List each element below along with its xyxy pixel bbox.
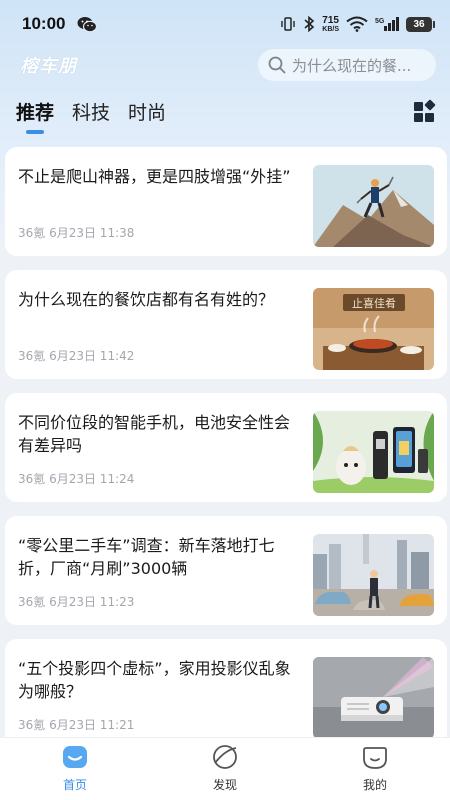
app-logo: 榕车朋 <box>20 56 77 77</box>
nav-discover[interactable]: 发现 <box>150 738 300 800</box>
nav-label: 发现 <box>212 778 237 792</box>
article-card[interactable]: 不止是爬山神器，更是四肢增强“外挂” 36氪 6月23日 11:38 <box>5 147 447 256</box>
profile-icon <box>363 747 387 769</box>
article-meta: 36氪 6月23日 11:23 <box>18 595 135 609</box>
discover-icon <box>213 745 237 769</box>
tab-recommend[interactable]: 推荐 <box>16 94 54 134</box>
article-meta: 36氪 6月23日 11:21 <box>18 718 135 732</box>
nav-label: 首页 <box>62 778 87 792</box>
nav-home[interactable]: 首页 <box>0 738 150 800</box>
restaurant-sign-text: 止喜佳肴 <box>352 296 396 310</box>
category-tabs: 推荐 科技 时尚 <box>0 94 450 138</box>
wechat-icon <box>77 16 98 32</box>
article-thumbnail <box>313 165 434 247</box>
article-title: 为什么现在的餐饮店都有名有姓的？ <box>18 290 275 309</box>
category-grid-icon[interactable] <box>414 99 436 124</box>
search-icon <box>268 56 286 74</box>
search-bar[interactable]: 为什么现在的餐... <box>258 49 436 81</box>
article-card[interactable]: 不同价位段的智能手机，电池安全性会有差异吗 36氪 6月23日 11:24 <box>5 393 447 502</box>
article-card[interactable]: 为什么现在的餐饮店都有名有姓的？ 36氪 6月23日 11:42 止喜佳肴 <box>5 270 447 379</box>
article-title: “零公里二手车”调查：新车落地打七折，厂商“月刷”3000辆 <box>18 536 275 578</box>
article-card[interactable]: “零公里二手车”调查：新车落地打七折，厂商“月刷”3000辆 36氪 6月23日… <box>5 516 447 625</box>
article-feed: 不止是爬山神器，更是四肢增强“外挂” 36氪 6月23日 11:38 为什么现在… <box>5 147 447 762</box>
home-icon <box>63 746 87 768</box>
article-meta: 36氪 6月23日 11:42 <box>18 349 135 363</box>
app-header: 榕车朋 为什么现在的餐... <box>0 48 450 82</box>
status-time: 10:00 <box>22 14 66 33</box>
article-title: 不止是爬山神器，更是四肢增强“外挂” <box>18 167 291 186</box>
search-placeholder: 为什么现在的餐... <box>292 56 412 75</box>
article-thumbnail <box>313 657 434 739</box>
svg-text:5G: 5G <box>375 18 385 25</box>
tab-fashion[interactable]: 时尚 <box>128 94 166 125</box>
nav-label: 我的 <box>362 778 387 792</box>
battery-indicator: 36 <box>406 16 435 32</box>
nav-profile[interactable]: 我的 <box>300 738 450 800</box>
net-speed: 715 KB/S <box>322 14 339 33</box>
status-bar: 10:00 715 KB/S 5G 36 <box>0 0 450 48</box>
vibrate-icon <box>281 17 295 31</box>
bluetooth-icon <box>304 16 315 32</box>
bottom-navigation: 首页 发现 我的 <box>0 737 450 800</box>
article-thumbnail <box>313 534 434 616</box>
wifi-icon <box>346 16 368 32</box>
article-thumbnail: 止喜佳肴 <box>313 288 434 370</box>
signal-icon: 5G <box>375 17 399 31</box>
article-card[interactable]: “五个投影四个虚标”，家用投影仪乱象为哪般？ 36氪 6月23日 11:21 <box>5 639 447 748</box>
article-meta: 36氪 6月23日 11:24 <box>18 472 135 486</box>
tab-tech[interactable]: 科技 <box>72 94 110 125</box>
article-thumbnail <box>313 411 434 493</box>
article-title: 不同价位段的智能手机，电池安全性会有差异吗 <box>18 413 291 455</box>
article-title: “五个投影四个虚标”，家用投影仪乱象为哪般？ <box>18 659 291 701</box>
article-meta: 36氪 6月23日 11:38 <box>18 226 135 240</box>
